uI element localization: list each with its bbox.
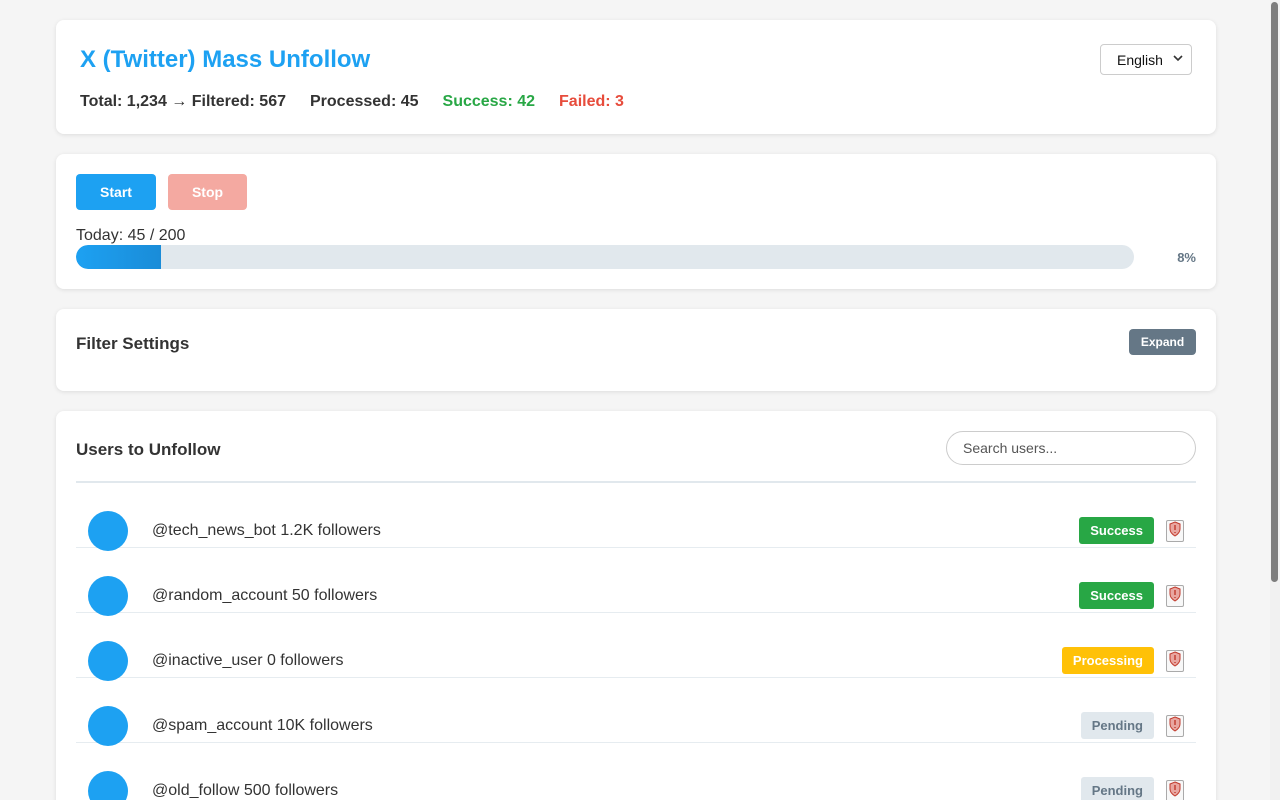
avatar [88,576,128,616]
whitelist-button[interactable] [1166,585,1184,607]
page-scrollbar[interactable] [1270,0,1280,800]
app-root: X (Twitter) Mass Unfollow Total: 1,234 →… [0,0,1280,800]
shield-icon [1169,520,1181,542]
user-info: @spam_account 10K followers [152,717,373,734]
user-row: @old_follow 500 followers Pending [76,743,1196,800]
language-select[interactable]: English [1100,44,1192,75]
user-row: @spam_account 10K followers Pending [76,678,1196,746]
filter-card: Filter Settings Expand [56,309,1216,391]
progress-bar-fill [76,245,161,269]
filter-settings-title: Filter Settings [76,334,190,353]
stat-success: Success: 42 [442,93,536,110]
chevron-down-icon [1173,54,1183,65]
language-select-value: English [1117,51,1163,68]
stat-processed: Processed: 45 [310,93,419,110]
user-list: @tech_news_bot 1.2K followers Success @r… [76,483,1196,800]
user-row: @inactive_user 0 followers Processing [76,613,1196,681]
stat-failed: Failed: 3 [559,93,624,110]
user-info: @inactive_user 0 followers [152,652,344,669]
stop-button[interactable]: Stop [168,174,247,210]
user-info: @random_account 50 followers [152,587,378,604]
user-row: @tech_news_bot 1.2K followers Success [76,483,1196,551]
avatar [88,641,128,681]
user-info: @old_follow 500 followers [152,782,339,799]
start-button[interactable]: Start [76,174,156,210]
whitelist-button[interactable] [1166,650,1184,672]
users-card: Users to Unfollow @tech_news_bot 1.2K fo… [56,411,1216,800]
avatar [88,511,128,551]
scrollbar-thumb[interactable] [1271,2,1278,582]
status-badge: Success [1079,517,1154,544]
shield-icon [1169,780,1181,800]
user-row: @random_account 50 followers Success [76,548,1196,616]
today-counter: Today: 45 / 200 [76,227,186,244]
avatar [88,706,128,746]
whitelist-button[interactable] [1166,780,1184,800]
users-title: Users to Unfollow [76,440,221,459]
stat-total-filtered: Total: 1,234 → Filtered: 567 [80,93,286,110]
app-title: X (Twitter) Mass Unfollow [80,46,371,73]
status-badge: Success [1079,582,1154,609]
control-card: Start Stop Today: 45 / 200 8% [56,154,1216,289]
shield-icon [1169,715,1181,737]
status-badge: Pending [1080,712,1154,739]
search-input[interactable] [946,431,1196,465]
status-badge: Processing [1061,647,1154,674]
progress-percent: 8% [1177,250,1196,265]
status-badge: Pending [1080,777,1154,800]
avatar [88,771,128,800]
header-card: X (Twitter) Mass Unfollow Total: 1,234 →… [56,20,1216,134]
stats-bar: Total: 1,234 → Filtered: 567 Processed: … [80,93,624,111]
progress-bar [76,245,1134,269]
whitelist-button[interactable] [1166,520,1184,542]
shield-icon [1169,650,1181,672]
whitelist-button[interactable] [1166,715,1184,737]
user-info: @tech_news_bot 1.2K followers [152,522,381,539]
shield-icon [1169,585,1181,607]
expand-button[interactable]: Expand [1129,329,1196,355]
